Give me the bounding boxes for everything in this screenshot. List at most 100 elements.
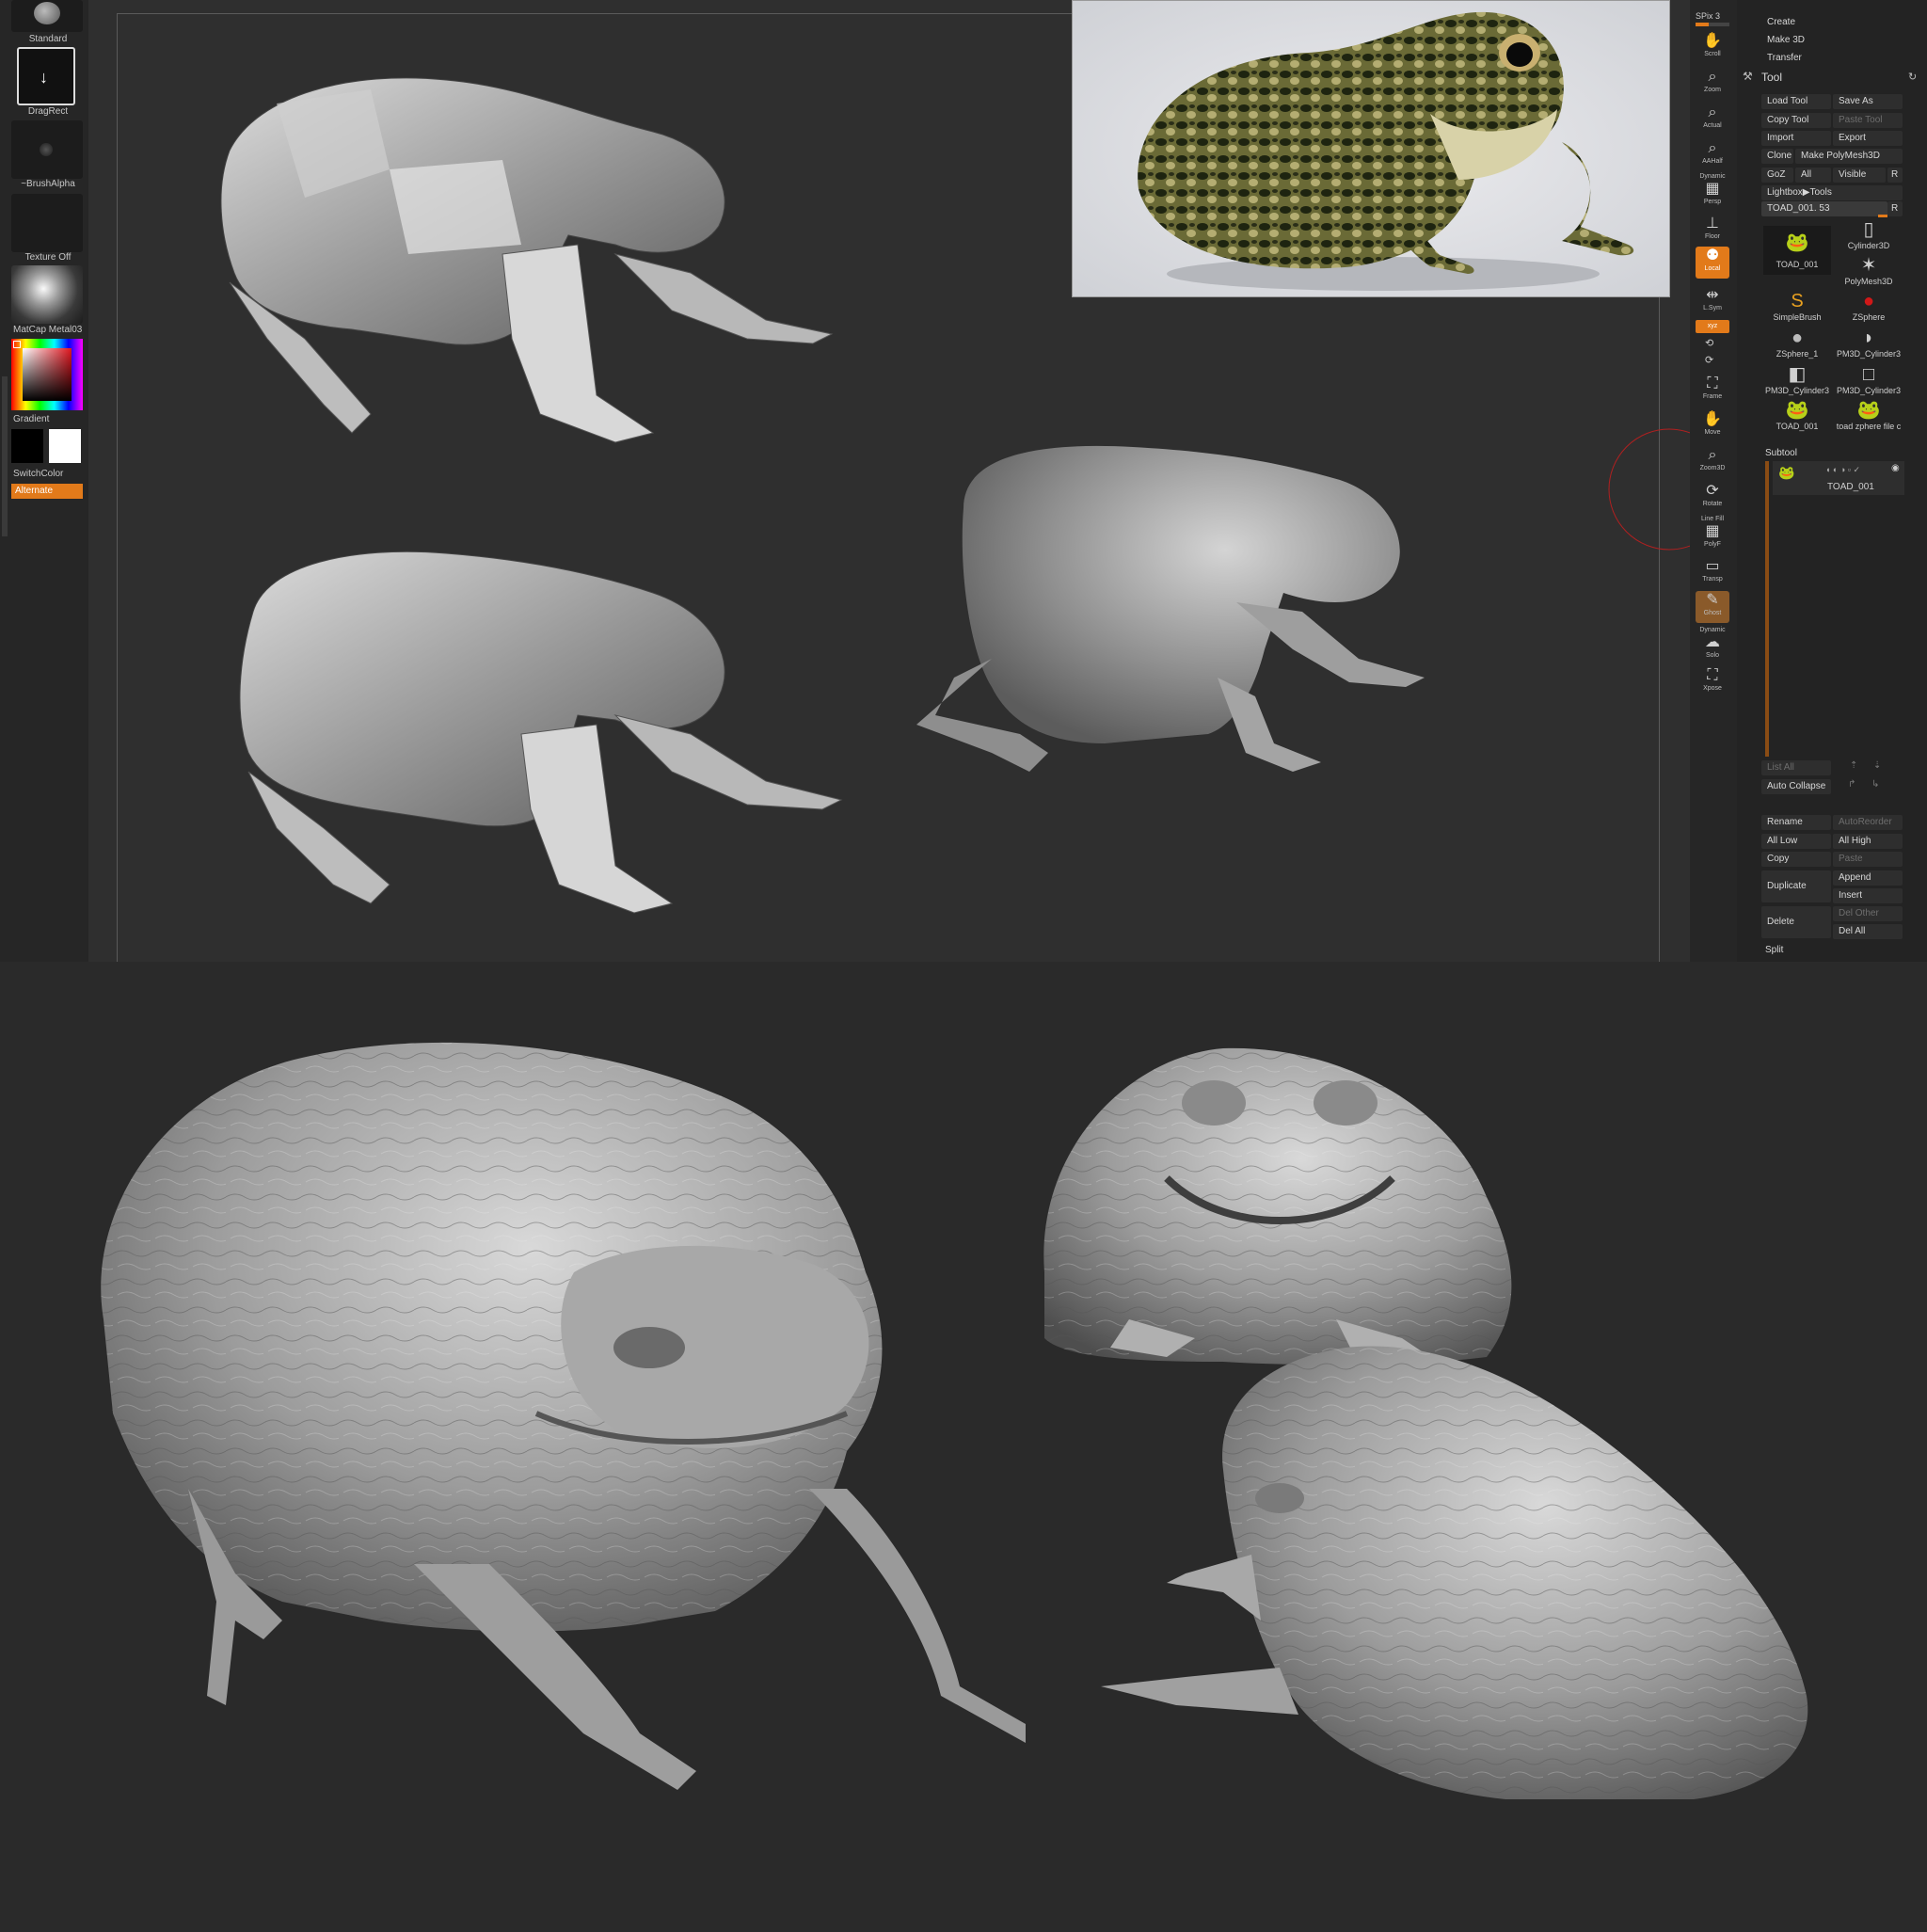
append-button[interactable]: Append: [1833, 870, 1903, 886]
ghost-icon: ✎: [1706, 592, 1719, 608]
material-slot[interactable]: [11, 265, 83, 324]
stroke-slot[interactable]: ↓: [17, 47, 75, 105]
tool-thumb-polymesh3d[interactable]: ✶ PolyMesh3D: [1835, 254, 1903, 288]
paste-tool-button[interactable]: Paste Tool: [1833, 113, 1903, 128]
xyz-button[interactable]: xyz: [1696, 320, 1729, 333]
menu-create[interactable]: Create: [1767, 17, 1795, 27]
subtool-title[interactable]: Subtool: [1765, 448, 1797, 458]
alternate-button[interactable]: Alternate: [11, 484, 83, 499]
lightbox-tools-button[interactable]: Lightbox▶Tools: [1761, 185, 1903, 200]
alpha-slot[interactable]: [11, 120, 83, 179]
zoom-button[interactable]: ⌕ Zoom: [1696, 68, 1729, 100]
all-high-button[interactable]: All High: [1833, 834, 1903, 849]
tool-thumb-pm3d-cylinder-c[interactable]: □ PM3D_Cylinder3: [1835, 363, 1903, 397]
rotate-axis-alt-icon[interactable]: ⟳: [1705, 354, 1713, 366]
tray-scrollbar[interactable]: [2, 376, 8, 536]
del-all-button[interactable]: Del All: [1833, 924, 1903, 939]
xpose-button[interactable]: ⛶ Xpose: [1696, 666, 1729, 698]
make-polymesh-button[interactable]: Make PolyMesh3D: [1795, 149, 1903, 164]
current-tool-r-button[interactable]: R: [1887, 201, 1903, 216]
color-picker-square[interactable]: [23, 348, 72, 401]
floor-button[interactable]: ⊥ Floor: [1696, 215, 1729, 247]
insert-button[interactable]: Insert: [1833, 888, 1903, 903]
main-color-swatch[interactable]: [11, 429, 43, 463]
tool-thumb-toad[interactable]: 🐸 TOAD_001: [1763, 226, 1831, 275]
duplicate-button[interactable]: Duplicate: [1761, 870, 1831, 902]
solo-button[interactable]: Dynamic ☁ Solo: [1696, 627, 1729, 659]
zoom3d-button[interactable]: ⌕ Zoom3D: [1696, 446, 1729, 478]
subtool-item[interactable]: 🐸 ◖ ◐ ◑ ▫ ✓ ◉ TOAD_001: [1773, 461, 1904, 495]
subtool-scrollbar[interactable]: [1765, 461, 1769, 757]
auto-collapse-button[interactable]: Auto Collapse: [1761, 779, 1831, 794]
tool-thumb-cylinder3d[interactable]: ▯ Cylinder3D: [1835, 218, 1903, 252]
rename-button[interactable]: Rename: [1761, 815, 1831, 830]
export-button[interactable]: Export: [1833, 131, 1903, 146]
rotate-axis-icon[interactable]: ⟲: [1705, 337, 1713, 349]
current-tool-slider[interactable]: TOAD_001. 53: [1761, 201, 1887, 216]
load-tool-button[interactable]: Load Tool: [1761, 94, 1831, 109]
autoreorder-button[interactable]: AutoReorder: [1833, 815, 1903, 830]
import-button[interactable]: Import: [1761, 131, 1831, 146]
del-other-button[interactable]: Del Other: [1833, 906, 1903, 921]
spix-slider[interactable]: [1696, 23, 1729, 26]
current-tool-slider-fill: [1878, 215, 1887, 217]
aahalf-icon: ⌕: [1708, 140, 1717, 156]
transp-button[interactable]: ▭ Transp: [1696, 557, 1729, 589]
eye-icon[interactable]: ◉: [1891, 463, 1900, 473]
tool-thumb-pm3d-cylinder-b[interactable]: ◧ PM3D_Cylinder3: [1763, 363, 1831, 397]
all-low-button[interactable]: All Low: [1761, 834, 1831, 849]
polyf-grid-icon: ▦: [1705, 523, 1720, 539]
list-all-button[interactable]: List All: [1761, 760, 1831, 775]
local-button[interactable]: ⚉ Local: [1696, 247, 1729, 279]
large-sculpted-toad: [101, 1042, 1026, 1790]
scroll-button[interactable]: ✋ Scroll: [1696, 32, 1729, 64]
color-picker[interactable]: [11, 339, 83, 410]
tool-thumb-toad-zsphere[interactable]: 🐸 toad zphere file c: [1835, 399, 1903, 433]
aahalf-button[interactable]: ⌕ AAHalf: [1696, 139, 1729, 171]
menu-transfer[interactable]: Transfer: [1767, 53, 1802, 63]
move-up-icon[interactable]: ⇡ ⇣: [1850, 760, 1881, 771]
polyf-button[interactable]: Line Fill ▦ PolyF: [1696, 516, 1729, 548]
switchcolor-label[interactable]: SwitchColor: [13, 469, 94, 479]
rotate-button[interactable]: ⟳ Rotate: [1696, 482, 1729, 514]
goz-all-button[interactable]: All: [1795, 168, 1831, 183]
tool-thumb-zsphere[interactable]: ● ZSphere: [1835, 290, 1903, 324]
menu-make3d[interactable]: Make 3D: [1767, 35, 1805, 45]
actual-button[interactable]: ⌕ Actual: [1696, 104, 1729, 136]
save-as-button[interactable]: Save As: [1833, 94, 1903, 109]
clone-button[interactable]: Clone: [1761, 149, 1793, 164]
delete-button[interactable]: Delete: [1761, 906, 1831, 938]
subtool-toggle-icons[interactable]: ◖ ◐ ◑ ▫ ✓: [1825, 465, 1860, 475]
persp-button[interactable]: Dynamic ▦ Persp: [1696, 173, 1729, 205]
goz-button[interactable]: GoZ: [1761, 168, 1793, 183]
move-button[interactable]: ✋ Move: [1696, 410, 1729, 442]
stroke-label: DragRect: [27, 106, 69, 117]
navigation-ring-icon[interactable]: [1608, 428, 1690, 551]
alpha-label: ~BrushAlpha: [21, 179, 75, 189]
brush-slot[interactable]: [11, 0, 83, 32]
spix-label[interactable]: SPix 3: [1696, 11, 1720, 21]
copy-subtool-button[interactable]: Copy: [1761, 852, 1831, 867]
texture-slot[interactable]: [11, 194, 83, 252]
paste-subtool-button[interactable]: Paste: [1833, 852, 1903, 867]
material-label: MatCap Metal03: [13, 325, 83, 335]
tool-thumb-simplebrush[interactable]: S SimpleBrush: [1763, 290, 1831, 324]
pm3d-cylinder-icon: ◗: [1862, 327, 1875, 348]
toad-zsphere-icon: 🐸: [1856, 400, 1881, 421]
lsym-button[interactable]: ⇹ L.Sym: [1696, 286, 1729, 318]
tool-thumb-pm3d-cylinder-a[interactable]: ◗ PM3D_Cylinder3: [1835, 327, 1903, 360]
solo-icon: ☁: [1705, 634, 1720, 650]
goz-visible-button[interactable]: Visible: [1833, 168, 1886, 183]
secondary-color-swatch[interactable]: [49, 429, 81, 463]
tool-palette-title[interactable]: Tool: [1761, 71, 1782, 84]
sculpted-toads-renders: [101, 1042, 1808, 1799]
copy-tool-button[interactable]: Copy Tool: [1761, 113, 1831, 128]
tool-thumb-toad-2[interactable]: 🐸 TOAD_001: [1763, 399, 1831, 433]
goz-r-button[interactable]: R: [1887, 168, 1903, 183]
collapse-arrows-icon[interactable]: ↱ ↳: [1848, 779, 1879, 790]
reset-icon[interactable]: ↻: [1908, 71, 1917, 83]
frame-button[interactable]: ⛶ Frame: [1696, 375, 1729, 407]
tool-thumb-zsphere1[interactable]: ● ZSphere_1: [1763, 327, 1831, 360]
ghost-button[interactable]: ✎ Ghost: [1696, 591, 1729, 623]
split-button[interactable]: Split: [1765, 945, 1783, 955]
